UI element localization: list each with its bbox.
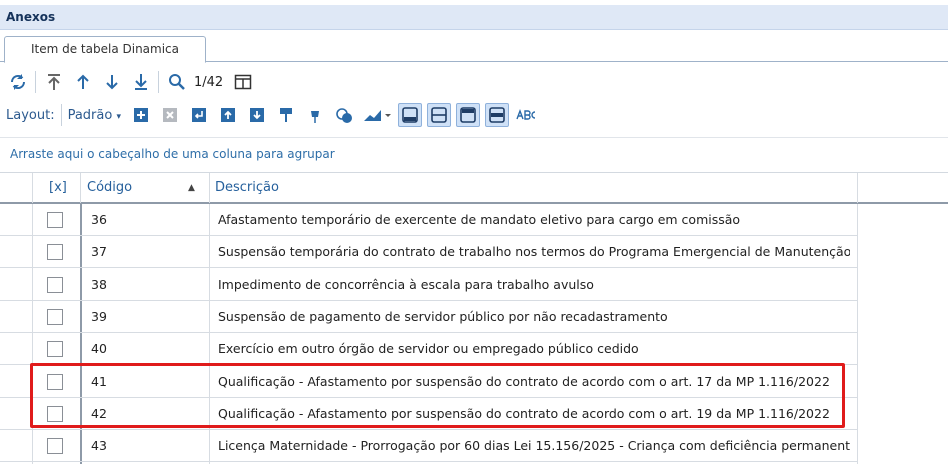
layout-label: Layout: <box>6 107 55 123</box>
tab-strip: Item de tabela Dinamica <box>0 30 948 63</box>
column-divider <box>32 173 33 203</box>
column-header-select[interactable]: [x] <box>49 173 67 203</box>
layout-dropdown[interactable]: Padrão ▾ <box>68 108 121 123</box>
column-header-code[interactable]: Código <box>87 173 132 203</box>
toolbar-separator <box>158 71 159 93</box>
arrow-to-top-icon <box>48 74 60 90</box>
arrow-up-icon <box>77 74 89 89</box>
row-description: Exercício em outro órgão de servidor ou … <box>218 341 639 357</box>
columns-button[interactable] <box>231 70 255 94</box>
column-divider <box>209 173 210 203</box>
refresh-button[interactable] <box>6 70 30 94</box>
row-description: Impedimento de concorrência à escala par… <box>218 276 594 292</box>
panel-title: Anexos <box>6 10 56 24</box>
row-checkbox[interactable] <box>47 308 63 325</box>
table-row[interactable]: 40 Exercício em outro órgão de servidor o… <box>0 333 857 366</box>
search-button[interactable] <box>165 70 189 94</box>
row-code: 40 <box>91 341 107 357</box>
layout-value: Padrão <box>67 107 113 123</box>
view-filter-row-button[interactable] <box>485 103 509 127</box>
color-rules-button[interactable] <box>332 103 356 127</box>
toolbar-separator <box>35 71 36 93</box>
first-record-button[interactable] <box>42 70 66 94</box>
add-layout-button[interactable] <box>129 103 153 127</box>
column-divider <box>857 173 858 203</box>
group-by-area[interactable]: Arraste aqui o cabeçalho de uma coluna p… <box>0 137 948 171</box>
view-header-button[interactable] <box>456 103 480 127</box>
panel-header: Anexos <box>0 0 948 30</box>
next-record-button[interactable] <box>100 70 124 94</box>
chart-icon <box>364 110 391 121</box>
download-icon <box>250 108 264 122</box>
row-code: 39 <box>91 308 107 324</box>
group-by-hint: Arraste aqui o cabeçalho de uma coluna p… <box>10 147 335 161</box>
row-description: Suspensão de pagamento de servidor públi… <box>218 308 668 324</box>
row-code: 43 <box>91 438 107 454</box>
row-code: 37 <box>91 244 107 260</box>
split-panel-icon <box>431 107 447 123</box>
refresh-icon <box>10 74 26 90</box>
view-group-footer-button[interactable] <box>427 103 451 127</box>
navigation-toolbar: 1/42 <box>6 67 948 97</box>
footer-panel-icon <box>402 107 418 123</box>
row-description: Suspensão temporária do contrato de trab… <box>218 244 850 260</box>
abc-icon <box>516 109 536 120</box>
upload-icon <box>221 108 235 122</box>
table-row[interactable]: 43 Licença Maternidade - Prorrogação por … <box>0 430 857 463</box>
chart-dropdown-button[interactable] <box>361 103 393 127</box>
search-icon <box>169 74 185 90</box>
previous-record-button[interactable] <box>71 70 95 94</box>
delete-icon <box>163 108 177 122</box>
row-checkbox[interactable] <box>47 244 63 261</box>
import-layout-button[interactable] <box>245 103 269 127</box>
spell-check-button[interactable] <box>514 103 538 127</box>
row-description: Licença Maternidade - Prorrogação por 60… <box>218 438 850 454</box>
save-layout-button[interactable] <box>187 103 211 127</box>
table-row[interactable]: 39 Suspensão de pagamento de servidor púb… <box>0 301 857 333</box>
pin-column-button[interactable] <box>303 103 327 127</box>
export-layout-button[interactable] <box>216 103 240 127</box>
grid-right-border <box>857 204 858 464</box>
row-checkbox[interactable] <box>47 212 63 228</box>
row-description: Afastamento temporário de exercente de m… <box>218 212 741 227</box>
paint-brush-icon <box>280 108 292 122</box>
row-code: 38 <box>91 276 107 292</box>
add-icon <box>134 108 148 122</box>
header-panel-icon <box>460 107 476 123</box>
toolbar-separator <box>60 104 62 126</box>
table-row[interactable]: 36 Afastamento temporário de exercente de… <box>0 204 857 236</box>
save-icon <box>192 108 206 122</box>
grid-header: [x] Código ▲ Descrição <box>0 172 948 204</box>
table-row[interactable]: 37 Suspensão temporária do contrato de tr… <box>0 236 857 269</box>
columns-icon <box>234 74 252 90</box>
filter-row-icon <box>489 107 505 123</box>
row-checkbox[interactable] <box>47 276 63 293</box>
format-painter-button[interactable] <box>274 103 298 127</box>
arrow-down-icon <box>106 75 118 90</box>
row-code: 36 <box>91 212 107 227</box>
delete-layout-button[interactable] <box>158 103 182 127</box>
table-row[interactable]: 38 Impedimento de concorrência à escala p… <box>0 269 857 301</box>
row-checkbox[interactable] <box>47 438 63 455</box>
pin-icon <box>311 107 319 123</box>
sort-ascending-icon: ▲ <box>188 183 195 193</box>
color-fill-icon <box>336 108 352 123</box>
column-header-description[interactable]: Descrição <box>215 173 279 203</box>
tab-item-tabela-dinamica[interactable]: Item de tabela Dinamica <box>4 36 206 63</box>
view-footer-button[interactable] <box>398 103 422 127</box>
column-divider <box>80 173 81 203</box>
chevron-down-icon: ▾ <box>116 111 121 122</box>
highlight-box <box>30 363 845 428</box>
last-record-button[interactable] <box>129 70 153 94</box>
row-checkbox[interactable] <box>47 341 63 358</box>
arrow-to-bottom-icon <box>135 74 147 90</box>
layout-toolbar: Layout: Padrão ▾ <box>6 100 948 130</box>
record-counter: 1/42 <box>194 74 224 90</box>
